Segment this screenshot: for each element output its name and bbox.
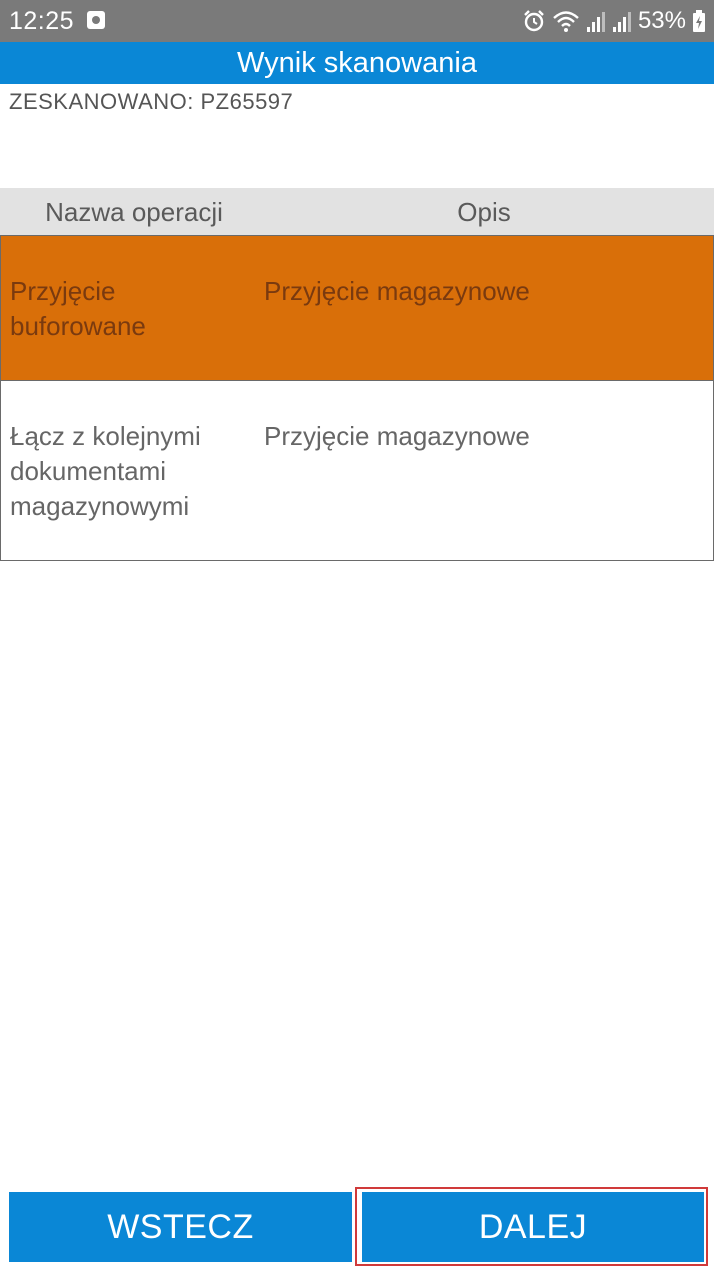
signal-icon <box>586 9 606 33</box>
column-header-name: Nazwa operacji <box>45 197 223 227</box>
wifi-icon <box>552 9 580 33</box>
notification-icon <box>87 11 105 29</box>
row-operation-description: Przyjęcie magazynowe <box>264 421 530 451</box>
page-title: Wynik skanowania <box>0 42 714 84</box>
table-row[interactable]: Łącz z kolejnymi dokumentami magazynowym… <box>0 381 714 561</box>
table-header: Nazwa operacji Opis <box>0 188 714 236</box>
row-operation-description: Przyjęcie magazynowe <box>264 276 530 306</box>
table-row-selected[interactable]: Przyjęcie buforowane Przyjęcie magazynow… <box>0 235 714 381</box>
back-button[interactable]: WSTECZ <box>9 1192 352 1262</box>
row-operation-name: Przyjęcie buforowane <box>10 276 146 341</box>
status-bar: 12:25 53% <box>0 0 714 42</box>
status-icons: 53% <box>522 6 706 36</box>
scanned-code-label: ZESKANOWANO: PZ65597 <box>9 89 294 114</box>
alarm-icon <box>522 9 546 33</box>
battery-percent: 53% <box>637 7 686 34</box>
column-header-description: Opis <box>457 197 511 227</box>
signal-icon <box>612 9 632 33</box>
row-operation-name: Łącz z kolejnymi dokumentami magazynowym… <box>10 421 201 521</box>
battery-icon <box>692 9 706 33</box>
next-button[interactable]: DALEJ <box>362 1192 704 1262</box>
status-time: 12:25 <box>9 7 75 35</box>
